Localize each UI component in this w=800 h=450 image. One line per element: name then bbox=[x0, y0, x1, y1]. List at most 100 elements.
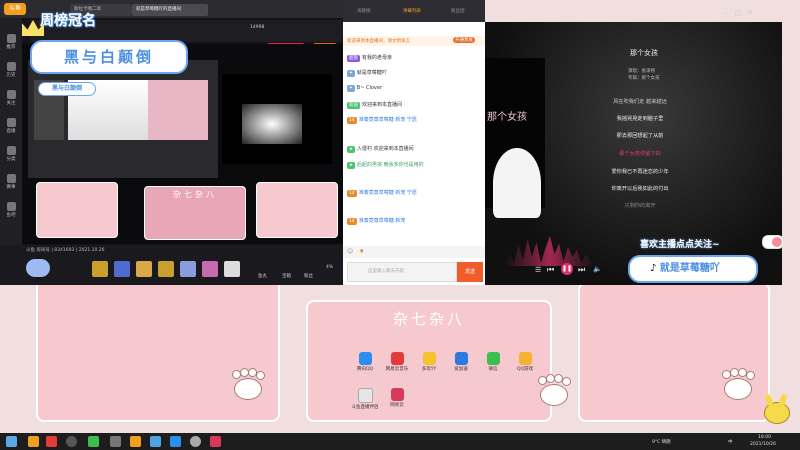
fan-badge-icon[interactable]: ♦ bbox=[359, 248, 364, 255]
paw-decoration bbox=[230, 368, 265, 400]
lyric-line: 我摇晃晃走到脑子里 bbox=[616, 116, 664, 122]
gift-icon[interactable] bbox=[158, 261, 174, 277]
desktop-icon-qq[interactable]: 腾讯QQ bbox=[350, 352, 380, 372]
yy-icon bbox=[422, 352, 436, 365]
follow-prompt: 喜欢主播点点关注~ bbox=[640, 240, 720, 250]
lyric-line: 那去那回想起了从前 bbox=[616, 133, 664, 139]
weather[interactable]: 9°C 晴朗 bbox=[652, 439, 671, 445]
desktop-icon-app[interactable]: 网易云 bbox=[382, 388, 412, 408]
online-count: 14998 bbox=[250, 25, 265, 30]
desktop-icon-qq-game[interactable]: QQ游戏 bbox=[510, 352, 540, 372]
taskbar-app-icon[interactable] bbox=[66, 436, 77, 447]
treasure-button[interactable]: 宝箱 bbox=[282, 273, 291, 279]
fishball-button[interactable]: 鱼丸 bbox=[258, 273, 267, 279]
volume-icon[interactable]: 🔈 bbox=[593, 265, 602, 273]
rank-name-banner: 黑与白颠倒 bbox=[30, 40, 188, 74]
play-pause-button[interactable]: ❚❚ bbox=[561, 263, 573, 275]
taskbar-app-icon[interactable] bbox=[46, 436, 57, 447]
stream-bottom-bar: 斗鱼 房间号 | 8341693 | 2021.10.26 鱼丸 宝箱 粉丝 4… bbox=[0, 245, 345, 285]
chat-input[interactable]: 这里输入聊天内容 bbox=[347, 262, 457, 282]
qq-icon bbox=[358, 352, 372, 365]
minimize-icon[interactable]: – bbox=[725, 9, 735, 17]
previous-track-button[interactable]: ⏮ bbox=[547, 265, 554, 275]
album-cover: 那个女孩 bbox=[485, 58, 545, 218]
desktop-icon-wechat[interactable]: 微信 bbox=[478, 352, 508, 372]
sidebar-item-category[interactable]: 分类 bbox=[2, 146, 20, 162]
chat-tab-active[interactable]: 弹幕列表 bbox=[403, 8, 421, 14]
tiktok-banner: ♪ 就是草莓糖吖 bbox=[628, 255, 758, 283]
sidebar-item-follow[interactable]: 关注 bbox=[2, 90, 20, 106]
taskbar-app-icon[interactable] bbox=[190, 436, 201, 447]
lyric-line: 只剩你的离开 bbox=[624, 203, 656, 209]
maximize-icon[interactable]: □ bbox=[735, 9, 748, 17]
browser-sidebar: 推荐 历史 关注 直播 分类 赛事 鱼吧 bbox=[0, 18, 22, 258]
window-controls: –□✕ bbox=[725, 9, 759, 17]
sidebar-item-live[interactable]: 直播 bbox=[2, 118, 20, 134]
album-cover-title: 那个女孩 bbox=[487, 112, 527, 123]
chat-message: 欢迎 欢迎来到本直播间 bbox=[347, 102, 403, 109]
taskbar-app-icon[interactable] bbox=[28, 436, 39, 447]
chat-message: ✦ B~ Clover bbox=[347, 85, 383, 92]
heart-icon bbox=[6, 90, 16, 99]
ranking-badge: 周榜冠名 bbox=[40, 13, 96, 29]
gift-icon[interactable] bbox=[114, 261, 130, 277]
desktop-icon-document[interactable]: 斗鱼直播伴侣 bbox=[350, 388, 380, 410]
gift-icon[interactable] bbox=[202, 261, 218, 277]
taskbar-app-icon[interactable] bbox=[170, 436, 181, 447]
clock-date[interactable]: 2021/10/26 bbox=[750, 442, 776, 447]
live-stream-video[interactable]: 杂七杂八 bbox=[22, 44, 345, 244]
cloud-mascot-icon bbox=[26, 259, 50, 277]
gift-icon[interactable] bbox=[136, 261, 152, 277]
gift-icon[interactable] bbox=[180, 261, 196, 277]
lyric-line: 爱你我已不再迷恋的少年 bbox=[611, 169, 669, 175]
desktop-icon-yy[interactable]: 多玩YY bbox=[414, 352, 444, 372]
chat-message: 超管 有我的老母亲 bbox=[347, 55, 393, 62]
start-icon[interactable] bbox=[6, 436, 17, 447]
lyric-line: 你离开以后我如此的付出 bbox=[611, 186, 669, 192]
sidebar-item-fishbar[interactable]: 鱼吧 bbox=[2, 202, 20, 218]
fans-button[interactable]: 粉丝 bbox=[304, 273, 313, 279]
desktop-icon-netease[interactable]: 网易云音乐 bbox=[382, 352, 412, 372]
clock-time[interactable]: 18:00 bbox=[758, 435, 771, 440]
nobility-button[interactable]: 开通贵族 bbox=[453, 37, 475, 43]
document-icon bbox=[357, 388, 373, 403]
douyu-logo: 斗鱼 bbox=[4, 3, 26, 15]
playlist-icon[interactable]: ☰ bbox=[535, 266, 541, 274]
chat-tab[interactable]: 贡献榜 bbox=[357, 8, 371, 14]
chat-icon bbox=[6, 202, 16, 211]
player-singer: 演唱：张泽熙 bbox=[628, 69, 655, 74]
mascot-sticker bbox=[760, 393, 792, 424]
percent-label: 4% bbox=[326, 265, 334, 270]
gift-icon[interactable] bbox=[92, 261, 108, 277]
follow-toggle[interactable] bbox=[762, 235, 784, 249]
gift-icon[interactable] bbox=[224, 261, 240, 277]
windows-taskbar: 9°C 晴朗 中 18:00 2021/10/26 bbox=[0, 433, 800, 450]
qq-game-icon bbox=[518, 352, 532, 365]
taskbar-app-icon[interactable] bbox=[130, 436, 141, 447]
sidebar-item-events[interactable]: 赛事 bbox=[2, 174, 20, 190]
wechat-icon[interactable] bbox=[88, 436, 99, 447]
desktop-icon-accelerator[interactable]: 爱加速 bbox=[446, 352, 476, 372]
lyric-line-current: 那个女孩你留下的 bbox=[619, 151, 661, 157]
stream-nested-card bbox=[36, 182, 118, 238]
wechat-icon bbox=[486, 352, 500, 365]
chat-message: ★ 后起的男孩 晚余多你也是用的 bbox=[347, 162, 424, 169]
taskbar-app-icon[interactable] bbox=[210, 436, 221, 447]
chat-toolbar: ☺ ♦ bbox=[343, 246, 485, 258]
stream-nested-player bbox=[222, 74, 332, 164]
send-button[interactable]: 发送 bbox=[457, 262, 483, 282]
sidebar-item-recommend[interactable]: 推荐 bbox=[2, 34, 20, 50]
paw-decoration bbox=[536, 374, 571, 406]
taskbar-app-icon[interactable] bbox=[110, 436, 121, 447]
close-icon[interactable]: ✕ bbox=[747, 9, 759, 17]
lyric-line: 风在吹我们走 越来越远 bbox=[613, 99, 667, 105]
sidebar-item-history[interactable]: 历史 bbox=[2, 62, 20, 78]
emoji-icon[interactable]: ☺ bbox=[347, 248, 353, 255]
taskbar-app-icon[interactable] bbox=[150, 436, 161, 447]
chat-tab[interactable]: 粉丝团 bbox=[451, 8, 465, 14]
paw-decoration bbox=[720, 368, 755, 400]
next-track-button[interactable]: ⏭ bbox=[578, 265, 585, 275]
stream-nested-browser bbox=[28, 60, 218, 178]
input-language[interactable]: 中 bbox=[728, 439, 733, 445]
chat-panel: 欢迎来到本直播间，请文明发言 开通贵族 超管 有我的老母亲 ✦ 就是草莓糖吖 ✦ B~… bbox=[343, 22, 485, 285]
